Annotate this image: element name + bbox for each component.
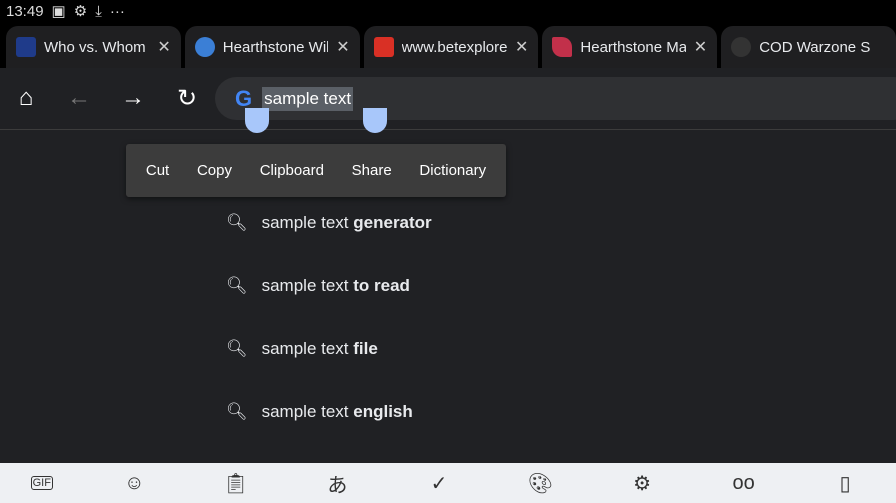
favicon-icon bbox=[373, 37, 394, 57]
forward-icon[interactable]: → bbox=[118, 84, 148, 112]
home-icon[interactable]: ⌂ bbox=[11, 84, 41, 112]
suggestion-item[interactable]: 🔍︎ sample text to read bbox=[226, 276, 410, 296]
close-icon[interactable]: ✕ bbox=[157, 37, 170, 57]
suggestion-item[interactable]: 🔍︎ sample text english bbox=[226, 402, 413, 422]
tab[interactable]: COD Warzone S bbox=[721, 26, 896, 68]
suggestion-item[interactable]: 🔍︎ sample text generator bbox=[226, 213, 432, 233]
clipboard-button[interactable]: Clipboard bbox=[260, 162, 324, 179]
address-input[interactable]: sample text bbox=[262, 86, 354, 111]
toolbar: ⌂ ← → ↻ G sample text bbox=[0, 68, 896, 130]
suggestion-item[interactable]: 🔍︎ sample text file bbox=[226, 339, 378, 359]
keyboard-toolbar: GIF ☺ 📋︎ あ ✓ 🎨︎ ⚙ oo ▯ bbox=[0, 463, 896, 503]
tab[interactable]: Hearthstone Ma ✕ bbox=[542, 26, 718, 68]
favicon-icon bbox=[552, 37, 573, 57]
tab[interactable]: Who vs. Whom | ✕ bbox=[6, 26, 181, 68]
favicon-icon bbox=[194, 37, 215, 57]
spellcheck-icon[interactable]: ✓ bbox=[419, 471, 459, 496]
reload-icon[interactable]: ↻ bbox=[172, 84, 202, 113]
more-tools-icon[interactable]: ▯ bbox=[825, 471, 865, 496]
image-icon: ▣ bbox=[51, 3, 66, 20]
tab-strip: Who vs. Whom | ✕ Hearthstone Wil ✕ www.bet… bbox=[0, 22, 896, 68]
selection-handle-start[interactable] bbox=[245, 108, 269, 133]
dictionary-button[interactable]: Dictionary bbox=[419, 162, 486, 179]
status-bar: 13:49 ▣ ⚙ ⤓ ··· bbox=[0, 0, 896, 22]
incognito-icon[interactable]: oo bbox=[724, 472, 764, 495]
tab[interactable]: www.betexplorer ✕ bbox=[363, 26, 539, 68]
copy-button[interactable]: Copy bbox=[197, 162, 232, 179]
cut-button[interactable]: Cut bbox=[146, 162, 169, 179]
close-icon[interactable]: ✕ bbox=[336, 37, 349, 57]
close-icon[interactable]: ✕ bbox=[515, 37, 528, 57]
gif-icon[interactable]: GIF bbox=[30, 476, 53, 490]
back-icon[interactable]: ← bbox=[64, 84, 94, 112]
keyboard-settings-icon[interactable]: ⚙ bbox=[622, 471, 662, 496]
search-icon: 🔍︎ bbox=[226, 213, 248, 232]
selection-handle-end[interactable] bbox=[363, 108, 387, 133]
text-context-menu: Cut Copy Clipboard Share Dictionary bbox=[126, 144, 506, 197]
search-icon: 🔍︎ bbox=[226, 276, 248, 295]
address-bar[interactable]: G sample text bbox=[215, 77, 896, 120]
search-icon: 🔍︎ bbox=[226, 402, 248, 421]
sticker-icon[interactable]: ☺ bbox=[114, 472, 154, 495]
clock: 13:49 bbox=[6, 2, 44, 20]
tab[interactable]: Hearthstone Wil ✕ bbox=[184, 26, 360, 68]
clipboard-icon[interactable]: 📋︎ bbox=[216, 471, 256, 496]
favicon-icon bbox=[16, 37, 36, 57]
palette-icon[interactable]: 🎨︎ bbox=[521, 471, 561, 496]
favicon-icon bbox=[731, 37, 752, 57]
close-icon[interactable]: ✕ bbox=[694, 37, 707, 57]
settings-icon: ⚙ bbox=[73, 3, 88, 20]
translate-icon[interactable]: あ bbox=[317, 469, 357, 498]
more-icon: ··· bbox=[109, 2, 125, 20]
download-icon: ⤓ bbox=[95, 2, 102, 20]
share-button[interactable]: Share bbox=[352, 162, 392, 179]
search-icon: 🔍︎ bbox=[226, 339, 248, 358]
